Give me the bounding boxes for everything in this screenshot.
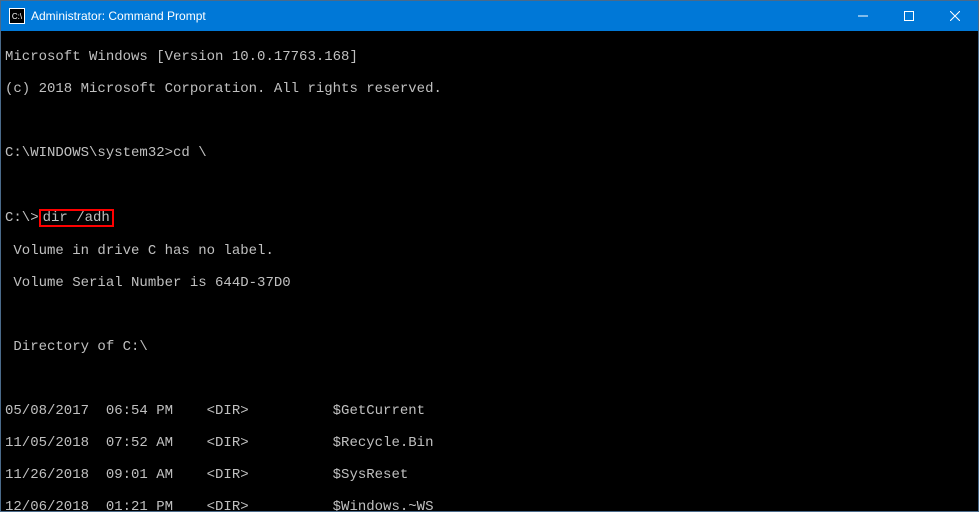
terminal-output[interactable]: Microsoft Windows [Version 10.0.17763.16… <box>1 31 978 511</box>
output-line: Volume Serial Number is 644D-37D0 <box>5 275 974 291</box>
blank-line <box>5 177 974 193</box>
dir-entry: 12/06/2018 01:21 PM <DIR> $Windows.~WS <box>5 499 974 511</box>
prompt-path: C:\WINDOWS\system32> <box>5 145 173 161</box>
output-line: Volume in drive C has no label. <box>5 243 974 259</box>
dir-entry: 05/08/2017 06:54 PM <DIR> $GetCurrent <box>5 403 974 419</box>
output-line: Directory of C:\ <box>5 339 974 355</box>
prompt-line: C:\WINDOWS\system32>cd \ <box>5 145 974 161</box>
command-text: cd \ <box>173 145 207 161</box>
blank-line <box>5 113 974 129</box>
highlighted-command: dir /adh <box>39 209 114 227</box>
window-controls <box>840 1 978 31</box>
blank-line <box>5 307 974 323</box>
minimize-button[interactable] <box>840 1 886 31</box>
command-prompt-window: C:\ Administrator: Command Prompt Micros… <box>0 0 979 512</box>
banner-line: Microsoft Windows [Version 10.0.17763.16… <box>5 49 974 65</box>
dir-entry: 11/05/2018 07:52 AM <DIR> $Recycle.Bin <box>5 435 974 451</box>
prompt-path: C:\> <box>5 210 39 226</box>
close-button[interactable] <box>932 1 978 31</box>
cmd-icon-label: C:\ <box>12 12 22 21</box>
cmd-icon: C:\ <box>9 8 25 24</box>
maximize-button[interactable] <box>886 1 932 31</box>
banner-line: (c) 2018 Microsoft Corporation. All righ… <box>5 81 974 97</box>
command-text: dir /adh <box>43 210 110 226</box>
titlebar[interactable]: C:\ Administrator: Command Prompt <box>1 1 978 31</box>
dir-entry: 11/26/2018 09:01 AM <DIR> $SysReset <box>5 467 974 483</box>
blank-line <box>5 371 974 387</box>
prompt-line: C:\>dir /adh <box>5 209 974 227</box>
window-title: Administrator: Command Prompt <box>31 9 840 23</box>
